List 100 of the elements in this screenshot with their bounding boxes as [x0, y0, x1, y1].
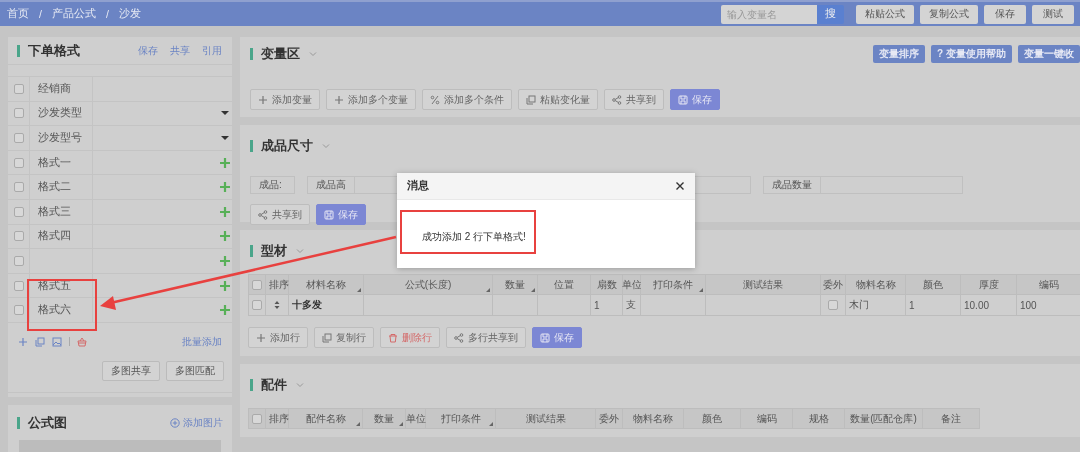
plus-icon[interactable]: [220, 206, 230, 217]
toolbar-button[interactable]: 添加变量: [250, 89, 320, 110]
plus-icon[interactable]: [258, 94, 268, 105]
add-circle-icon: [170, 417, 180, 428]
column-header: 编码: [741, 408, 793, 429]
accent-bar: [250, 379, 253, 391]
basket-icon: [77, 336, 87, 347]
toolbar-button[interactable]: 保存: [984, 4, 1026, 24]
drag-handle-icon: [272, 300, 282, 310]
column-header: 委外: [596, 408, 623, 429]
column-header: 单位: [623, 274, 641, 295]
input-field[interactable]: 成品数量: [763, 176, 963, 194]
action-link[interactable]: 引用: [202, 43, 222, 58]
toolbar-button[interactable]: 复制行: [314, 327, 374, 348]
breadcrumb-link[interactable]: 首页: [7, 7, 29, 21]
save-icon: [540, 332, 550, 343]
toolbar-button[interactable]: 共享到: [250, 204, 310, 225]
plus-icon[interactable]: [220, 255, 230, 266]
chevron-down-icon: [295, 380, 305, 390]
dialog-message: 成功添加 2 行下单格式!: [422, 231, 526, 242]
action-button[interactable]: 多图共享: [102, 360, 160, 381]
column-header: 数量: [363, 408, 406, 429]
percent-icon: [430, 94, 440, 105]
checkbox[interactable]: [252, 413, 262, 424]
header-button[interactable]: 变量一键收: [1018, 45, 1080, 63]
checkbox[interactable]: [252, 279, 262, 290]
save-button[interactable]: 保存: [316, 204, 366, 225]
checkbox[interactable]: [828, 300, 838, 310]
column-header: 打印条件: [426, 408, 496, 429]
format-label: 格式六: [38, 303, 71, 318]
action-button[interactable]: 多图匹配: [166, 360, 224, 381]
plus-icon[interactable]: [220, 231, 230, 242]
chevron-down-icon: [295, 246, 305, 256]
section-title: 成品尺寸: [261, 137, 313, 155]
column-header: 颜色: [684, 408, 741, 429]
caret-icon[interactable]: [220, 133, 230, 143]
column-header: 打印条件: [641, 274, 706, 295]
checkbox[interactable]: [13, 255, 24, 266]
column-header: 配件名称: [289, 408, 363, 429]
trash-icon: [388, 332, 398, 343]
plus-icon[interactable]: [220, 182, 230, 193]
checkbox[interactable]: [13, 133, 24, 143]
save-button[interactable]: 保存: [670, 89, 720, 110]
header-button[interactable]: ? 变量使用帮助: [931, 45, 1012, 63]
dialog-title: 消息: [407, 179, 429, 193]
checkbox[interactable]: [13, 206, 24, 217]
add-image-link[interactable]: 添加图片: [170, 415, 223, 430]
batch-add-link[interactable]: 批量添加: [182, 334, 222, 349]
action-link[interactable]: 保存: [138, 43, 158, 58]
toolbar-button[interactable]: 粘贴变化量: [518, 89, 598, 110]
table-cell: 支: [623, 295, 641, 316]
add-icon: [18, 336, 28, 347]
toolbar-button[interactable]: 粘贴公式: [856, 4, 914, 24]
table-cell: 十多发: [289, 295, 364, 316]
save-button[interactable]: 保存: [532, 327, 582, 348]
toolbar-button[interactable]: 删除行: [380, 327, 440, 348]
column-header: 物料名称: [846, 274, 906, 295]
chevron-down-icon: [308, 49, 318, 59]
plus-icon[interactable]: [334, 94, 344, 105]
checkbox[interactable]: [13, 108, 24, 119]
column-header: 颜色: [906, 274, 961, 295]
checkbox[interactable]: [13, 157, 24, 168]
checkbox[interactable]: [13, 280, 24, 291]
accent-bar: [250, 140, 253, 152]
toolbar-button[interactable]: 多行共享到: [446, 327, 526, 348]
toolbar-button[interactable]: 共享到: [604, 89, 664, 110]
plus-icon[interactable]: [220, 305, 230, 316]
action-link[interactable]: 共享: [170, 43, 190, 58]
plus-icon[interactable]: [256, 332, 266, 343]
search-button[interactable]: 搜: [817, 4, 844, 24]
column-header: 测试结果: [706, 274, 821, 295]
column-header: 位置: [538, 274, 591, 295]
toolbar-button[interactable]: 添加多个条件: [422, 89, 512, 110]
checkbox[interactable]: [13, 83, 24, 94]
toolbar-button[interactable]: 复制公式: [920, 4, 978, 24]
toolbar-button[interactable]: 添加行: [248, 327, 308, 348]
format-label: 沙发型号: [38, 131, 82, 145]
checkbox[interactable]: [13, 305, 24, 316]
column-header: 备注: [923, 408, 980, 429]
toolbar-button[interactable]: 测试: [1032, 4, 1074, 24]
breadcrumb-current: 沙发: [118, 7, 141, 21]
table-cell: 1: [906, 295, 961, 316]
share-icon: [612, 94, 622, 105]
checkbox[interactable]: [13, 182, 24, 193]
header-button[interactable]: 变量排序: [873, 45, 926, 63]
checkbox[interactable]: [252, 300, 262, 310]
highlight-frame: [27, 279, 97, 331]
close-icon[interactable]: [675, 181, 685, 191]
toolbar-button[interactable]: 添加多个变量: [326, 89, 416, 110]
format-label: 格式四: [38, 229, 71, 244]
breadcrumb-separator: /: [39, 8, 42, 20]
breadcrumb-link[interactable]: 产品公式: [51, 7, 96, 21]
checkbox[interactable]: [13, 231, 24, 242]
format-label: 格式三: [38, 204, 71, 219]
plus-icon[interactable]: [220, 157, 230, 168]
format-label: 经销商: [38, 81, 71, 96]
table-cell: 木门: [846, 295, 906, 316]
column-header: 厚度: [961, 274, 1017, 295]
table-cell: 10.00: [961, 295, 1017, 316]
plus-icon[interactable]: [220, 280, 230, 291]
